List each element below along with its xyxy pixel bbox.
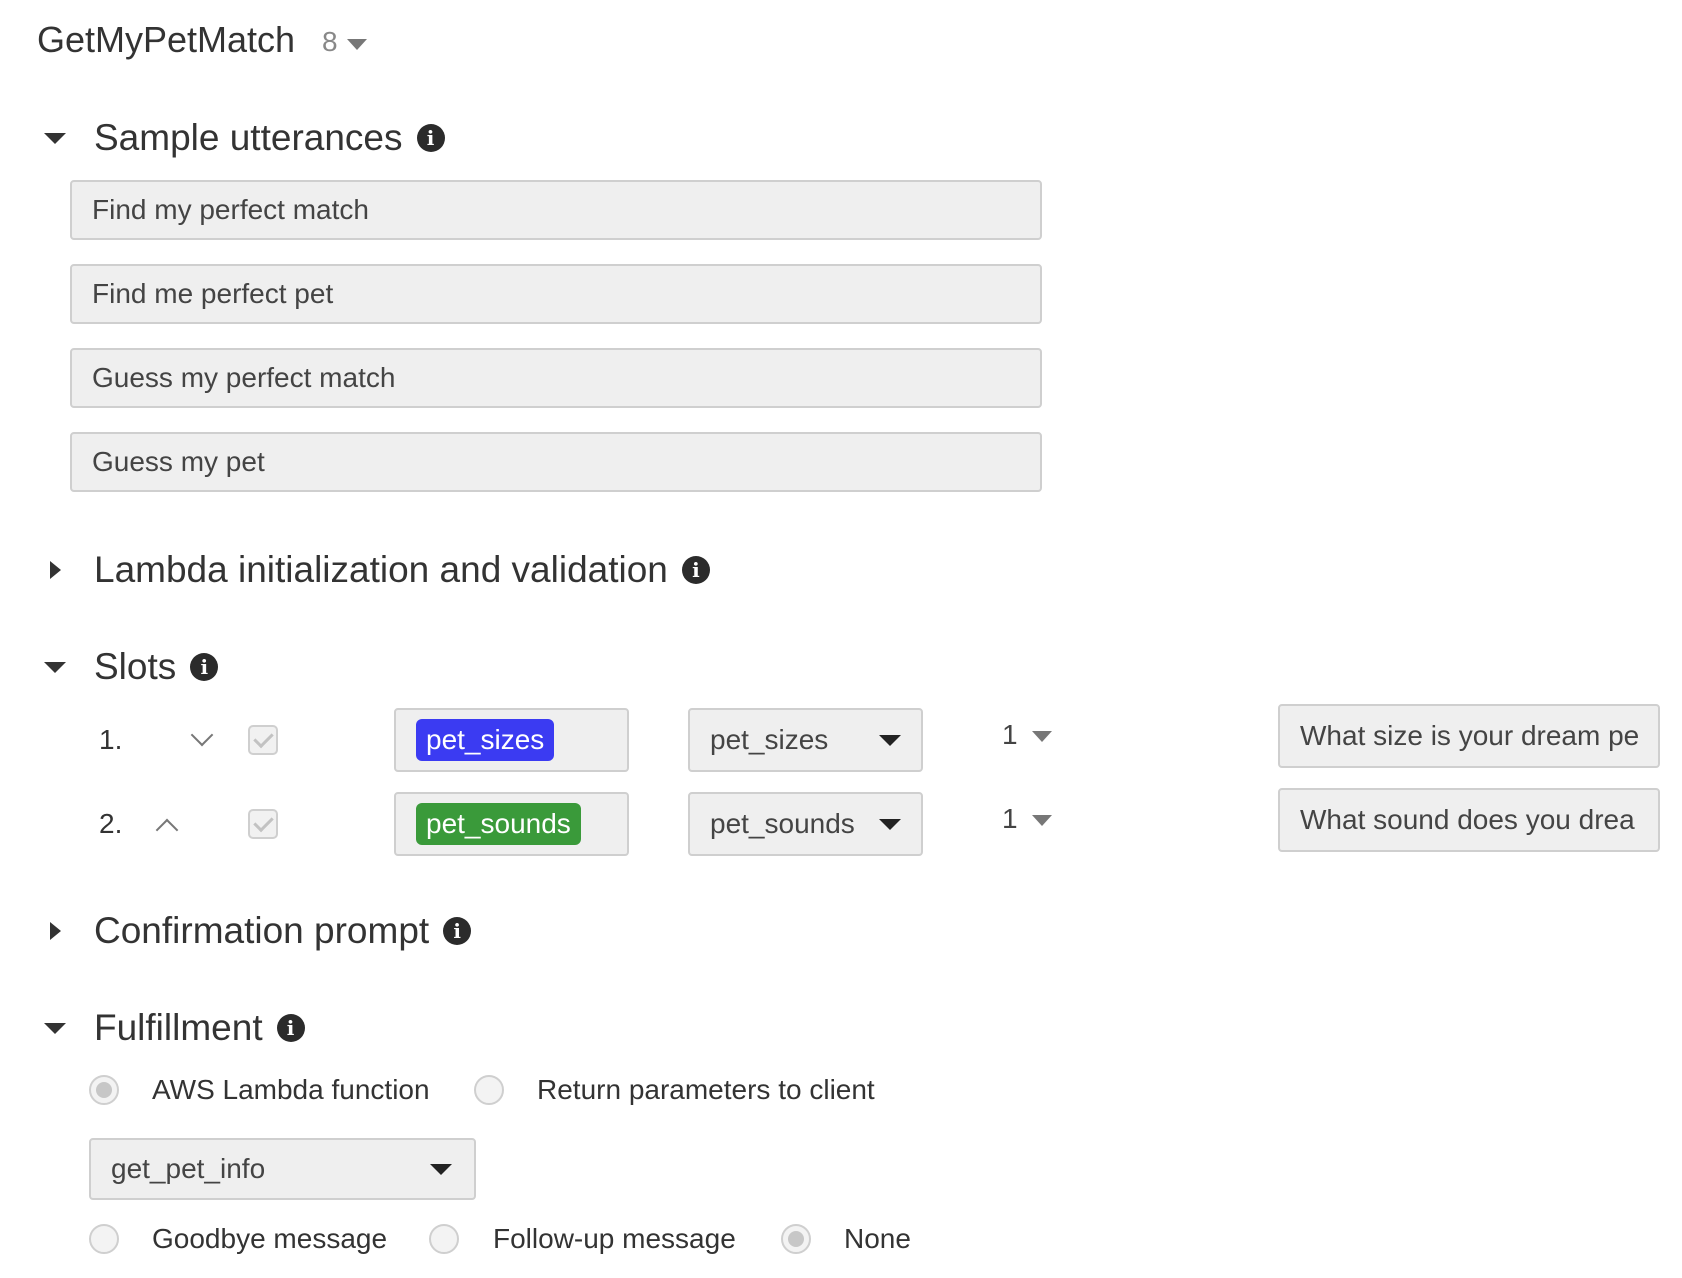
intent-name: GetMyPetMatch	[37, 19, 296, 60]
radio-selected-dot	[96, 1082, 112, 1098]
radio-label-none[interactable]: None	[844, 1219, 911, 1259]
info-icon[interactable]: i	[416, 124, 445, 152]
slot-type-version: 1	[1002, 803, 1018, 834]
info-icon[interactable]: i	[190, 653, 219, 681]
radio-none[interactable]	[781, 1224, 811, 1254]
version-number: 8	[322, 26, 338, 57]
slot-type-version-dropdown[interactable]: 1	[1002, 803, 1052, 835]
section-title: Fulfillment	[94, 1007, 263, 1048]
collapse-triangle-icon	[44, 661, 66, 673]
slot-index: 2.	[99, 808, 123, 839]
utterance-field[interactable]: Find my perfect match	[70, 180, 1042, 240]
slot-type-version: 1	[1002, 719, 1018, 750]
section-title: Slots	[94, 646, 177, 687]
section-lambda-initialization[interactable]: Lambda initialization and validation i	[44, 542, 710, 598]
slot-type-dropdown[interactable]: pet_sizes	[688, 708, 923, 772]
radio-label-goodbye-message[interactable]: Goodbye message	[152, 1219, 387, 1259]
slot-type-version-dropdown[interactable]: 1	[1002, 719, 1052, 751]
slot-required-checkbox[interactable]	[248, 725, 278, 755]
checkmark-icon	[252, 727, 274, 749]
collapse-triangle-icon	[44, 132, 66, 144]
section-fulfillment[interactable]: Fulfillment i	[44, 1000, 305, 1056]
radio-label-follow-up-message[interactable]: Follow-up message	[493, 1219, 736, 1259]
slot-name-field[interactable]: pet_sounds	[394, 792, 629, 856]
utterance-field[interactable]: Guess my pet	[70, 432, 1042, 492]
slot-index: 1.	[99, 724, 123, 755]
move-down-icon[interactable]	[190, 723, 214, 747]
slot-required-checkbox[interactable]	[248, 809, 278, 839]
caret-down-icon	[1031, 730, 1052, 742]
utterance-field[interactable]: Find me perfect pet	[70, 264, 1042, 324]
section-title: Sample utterances	[94, 117, 403, 158]
radio-label-aws-lambda[interactable]: AWS Lambda function	[152, 1070, 430, 1110]
move-up-icon[interactable]	[155, 818, 179, 842]
lambda-function-dropdown[interactable]: get_pet_info	[89, 1138, 476, 1200]
slot-name-tag: pet_sizes	[416, 719, 555, 761]
section-slots[interactable]: Slots i	[44, 639, 219, 695]
slot-type-dropdown[interactable]: pet_sounds	[688, 792, 923, 856]
version-dropdown[interactable]: 8	[322, 24, 367, 60]
caret-down-icon	[430, 1163, 452, 1175]
slot-prompt-field[interactable]: What sound does you drea	[1278, 788, 1660, 852]
lambda-function-value: get_pet_info	[111, 1153, 266, 1184]
radio-aws-lambda[interactable]	[89, 1075, 119, 1105]
caret-down-icon	[879, 818, 901, 830]
checkmark-icon	[252, 811, 274, 833]
info-icon[interactable]: i	[276, 1014, 305, 1042]
radio-goodbye-message[interactable]	[89, 1224, 119, 1254]
section-sample-utterances[interactable]: Sample utterances i	[44, 110, 445, 166]
expand-triangle-icon	[50, 561, 61, 579]
caret-down-icon	[346, 38, 367, 50]
section-title: Confirmation prompt	[94, 910, 430, 951]
slot-prompt-field[interactable]: What size is your dream pe	[1278, 704, 1660, 768]
slot-name-field[interactable]: pet_sizes	[394, 708, 629, 772]
radio-selected-dot	[788, 1231, 804, 1247]
section-title: Lambda initialization and validation	[94, 549, 668, 590]
info-icon[interactable]: i	[443, 917, 472, 945]
radio-label-return-parameters[interactable]: Return parameters to client	[537, 1070, 875, 1110]
caret-down-icon	[1031, 814, 1052, 826]
caret-down-icon	[879, 734, 901, 746]
info-icon[interactable]: i	[681, 556, 710, 584]
section-confirmation-prompt[interactable]: Confirmation prompt i	[44, 903, 472, 959]
slot-type-value: pet_sounds	[710, 808, 855, 839]
slot-name-tag: pet_sounds	[416, 803, 581, 845]
expand-triangle-icon	[50, 922, 61, 940]
slot-type-value: pet_sizes	[710, 724, 829, 755]
collapse-triangle-icon	[44, 1022, 66, 1034]
radio-follow-up-message[interactable]	[429, 1224, 459, 1254]
utterance-field[interactable]: Guess my perfect match	[70, 348, 1042, 408]
radio-return-parameters[interactable]	[474, 1075, 504, 1105]
